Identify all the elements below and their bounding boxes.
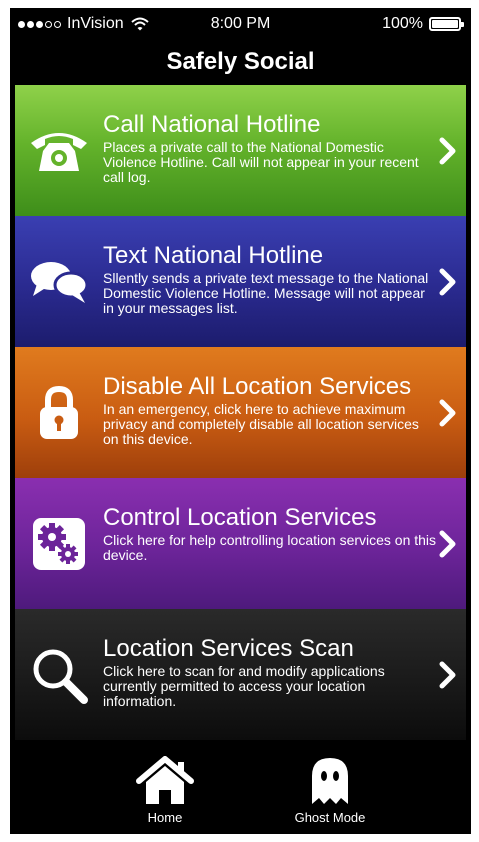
tab-home-label: Home — [147, 810, 183, 825]
tab-ghost-mode[interactable]: Ghost Mode — [270, 756, 390, 825]
menu-item-disable-location[interactable]: Disable All Location Services In an emer… — [15, 347, 466, 478]
menu-item-location-scan[interactable]: Location Services Scan Click here to sca… — [15, 609, 466, 740]
menu-list: Call National Hotline Places a private c… — [15, 85, 466, 740]
chevron-right-icon — [439, 399, 456, 427]
gears-icon — [23, 508, 95, 580]
tab-ghost-label: Ghost Mode — [294, 810, 366, 825]
app-title: Safely Social — [166, 48, 315, 75]
menu-item-description: Places a private call to the National Do… — [103, 139, 419, 185]
tab-home[interactable]: Home — [105, 756, 225, 825]
battery-percent: 100% — [382, 15, 423, 32]
menu-item-description: Click here to scan for and modify applic… — [103, 663, 385, 709]
lock-icon — [23, 377, 95, 449]
chevron-right-icon — [439, 530, 456, 558]
menu-item-title: Text National Hotline — [103, 242, 324, 269]
menu-item-title: Location Services Scan — [103, 635, 354, 662]
ghost-icon — [312, 758, 348, 804]
chevron-right-icon — [439, 137, 456, 165]
menu-item-control-location[interactable]: Control Location Services Click here for… — [15, 478, 466, 609]
menu-item-description: Click here for help controlling location… — [103, 532, 437, 563]
tab-bar: Home Ghost Mode — [10, 750, 471, 834]
menu-item-title: Call National Hotline — [103, 111, 321, 138]
chevron-right-icon — [439, 268, 456, 296]
menu-item-text-hotline[interactable]: Text National Hotline Sllently sends a p… — [15, 216, 466, 347]
menu-item-title: Disable All Location Services — [103, 373, 412, 400]
phone-icon — [23, 115, 95, 187]
chevron-right-icon — [439, 661, 456, 689]
battery-icon — [429, 17, 464, 31]
menu-item-call-hotline[interactable]: Call National Hotline Places a private c… — [15, 85, 466, 216]
magnifier-icon — [23, 639, 95, 711]
menu-item-description: In an emergency, click here to achieve m… — [103, 401, 419, 447]
chat-bubbles-icon — [23, 246, 95, 318]
home-icon — [136, 756, 194, 804]
menu-item-description: Sllently sends a private text message to… — [103, 270, 429, 316]
menu-item-title: Control Location Services — [103, 504, 377, 531]
battery-indicator: 100% — [382, 15, 464, 33]
status-bar: InVision 8:00 PM 100% — [10, 8, 471, 42]
phone-screen: InVision 8:00 PM 100% Safely Social Call… — [10, 8, 471, 834]
